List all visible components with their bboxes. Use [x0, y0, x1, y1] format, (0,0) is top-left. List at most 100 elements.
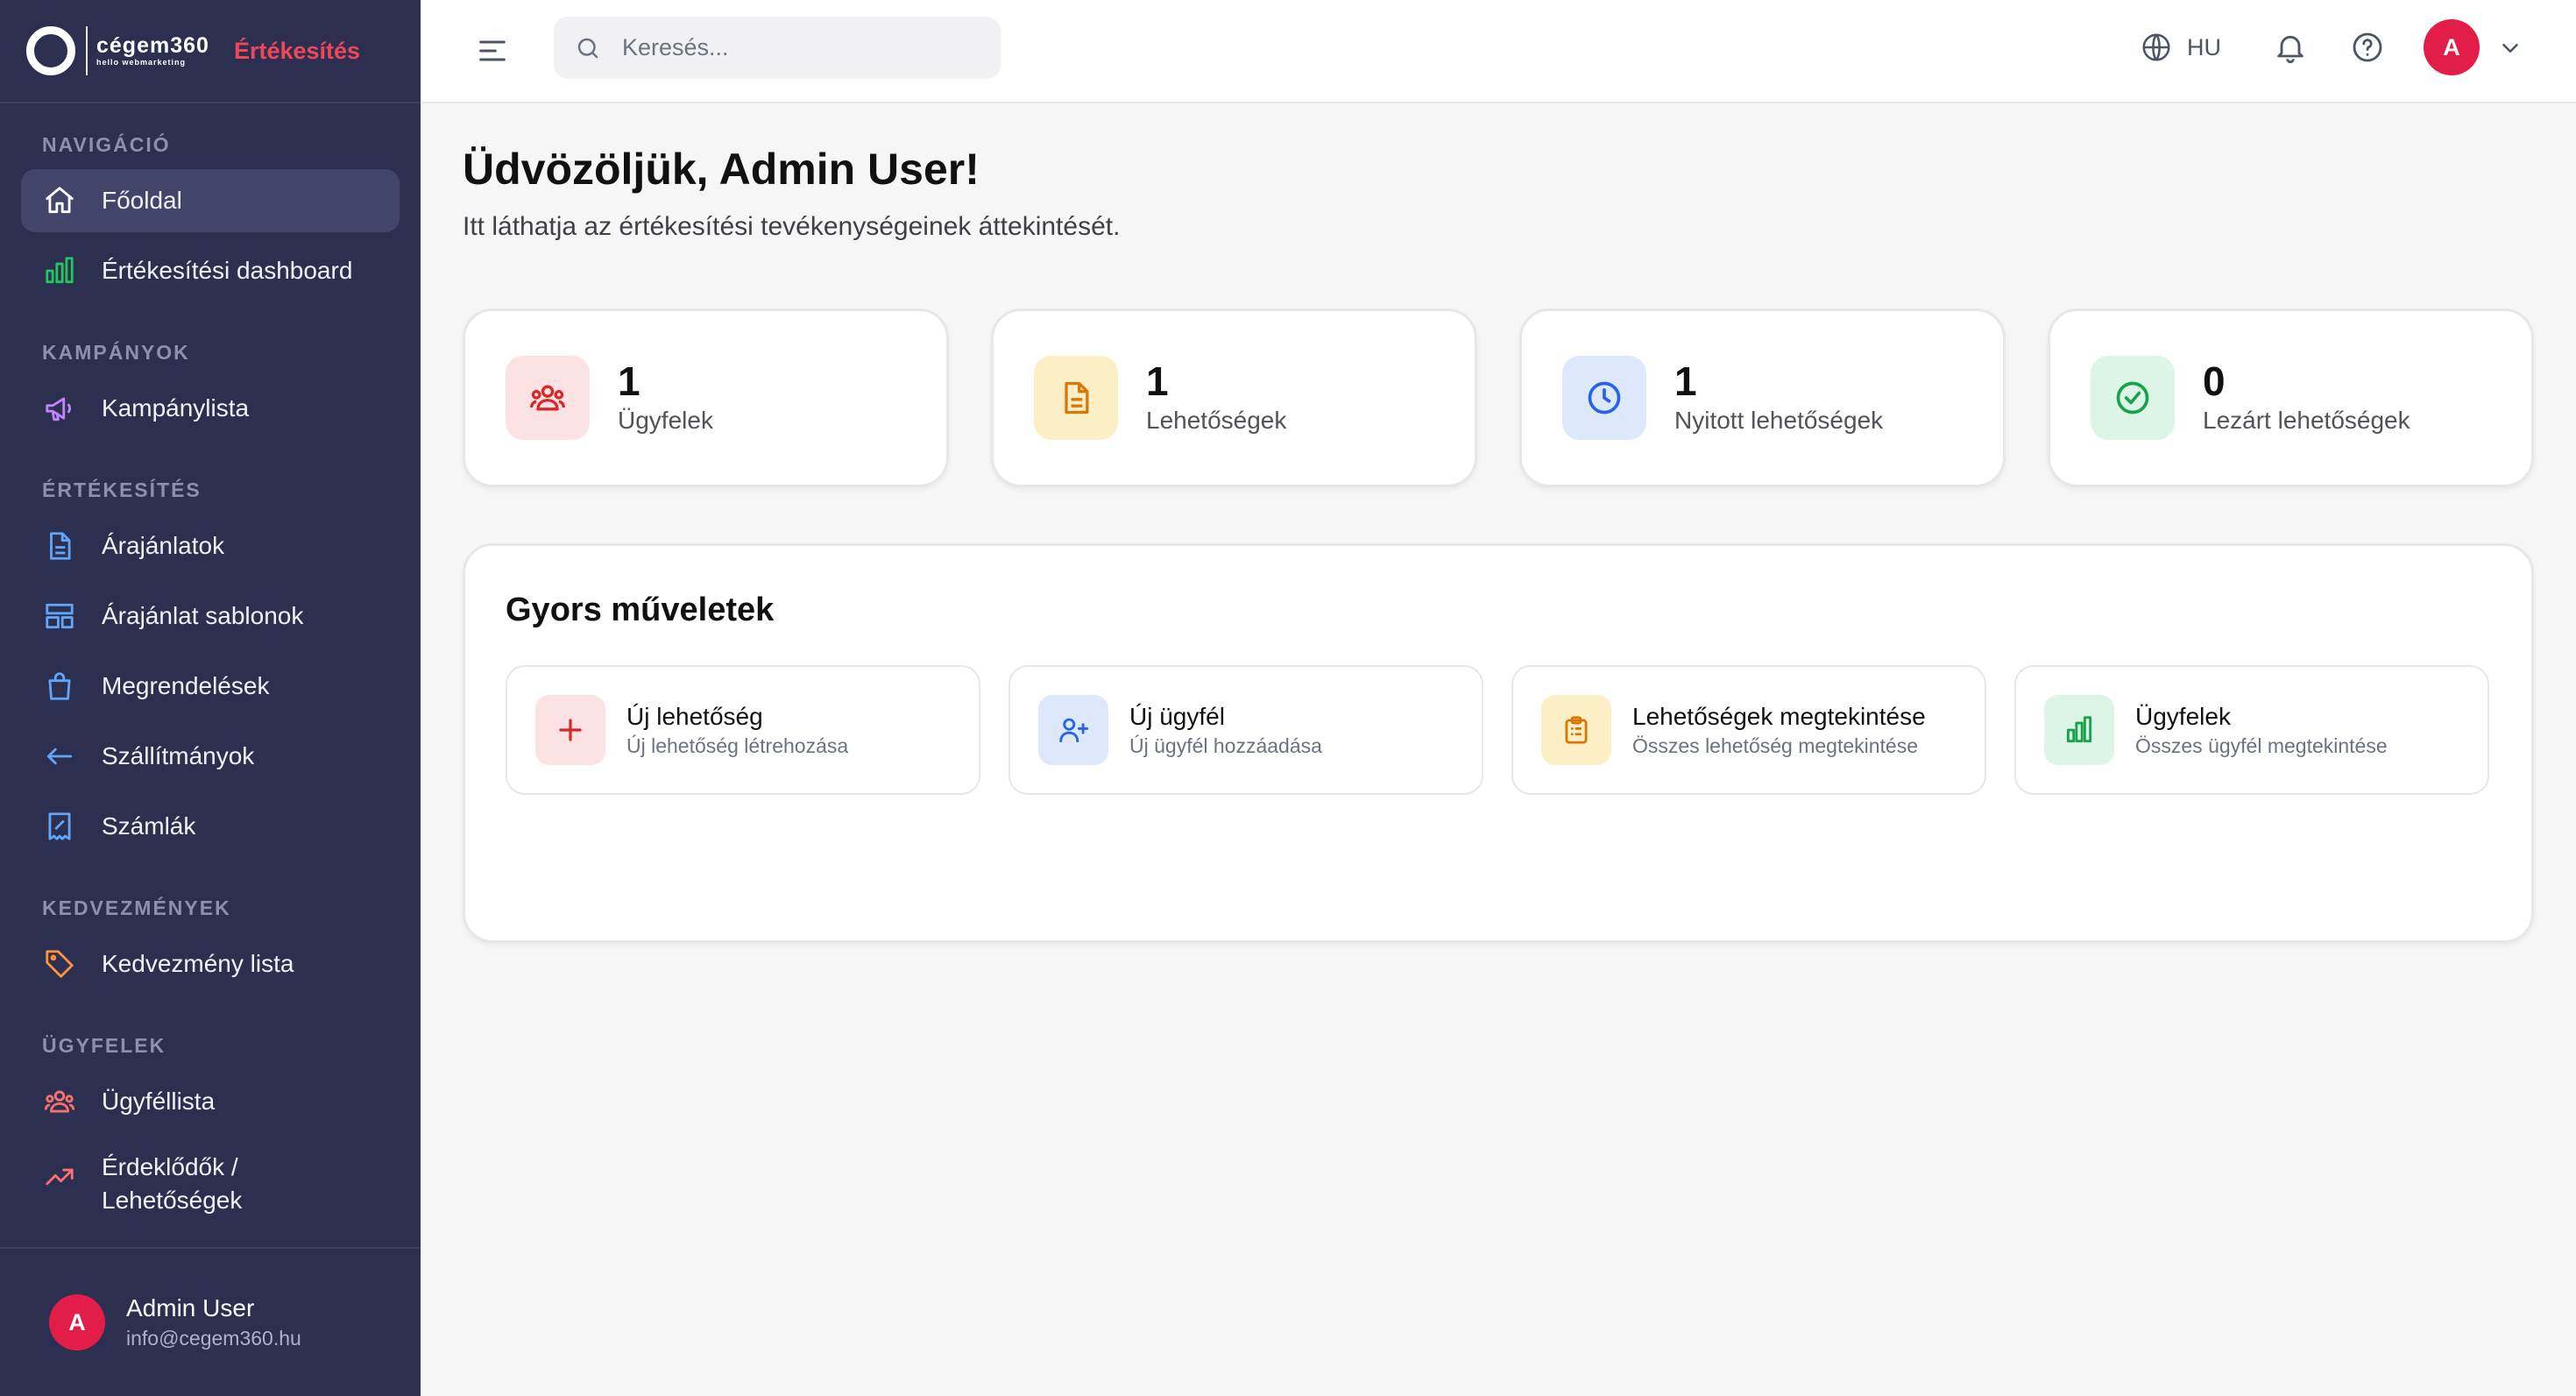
help-icon[interactable] — [2350, 30, 2385, 65]
user-meta: Admin User info@cegem360.hu — [126, 1293, 301, 1352]
section-title-sales: ÉRTÉKESÍTÉS — [42, 478, 202, 501]
sidebar-item-orders[interactable]: Megrendelések — [21, 655, 400, 718]
action-text: Új ügyfél Új ügyfél hozzáadása — [1129, 701, 1322, 759]
view-opportunities-button[interactable]: Lehetőségek megtekintése Összes lehetősé… — [1511, 665, 1986, 795]
action-subtitle: Új lehetőség létrehozása — [626, 734, 849, 757]
clipboard-icon — [1541, 695, 1611, 765]
sidebar-user-card[interactable]: A Admin User info@cegem360.hu — [0, 1247, 421, 1396]
action-subtitle: Összes ügyfél megtekintése — [2135, 734, 2388, 757]
megaphone-icon — [42, 391, 77, 426]
new-opportunity-button[interactable]: Új lehetőség Új lehetőség létrehozása — [506, 665, 980, 795]
stat-value: 0 — [2203, 358, 2226, 404]
check-circle-icon — [2091, 356, 2175, 440]
sidebar-header: cégem360 hello webmarketing Értékesítés — [0, 0, 421, 103]
stat-text: 1 Nyitott lehetőségek — [1674, 358, 1883, 437]
sidebar-item-label: Ügyféllista — [102, 1088, 216, 1115]
globe-icon — [2142, 33, 2170, 61]
page-title: Üdvözöljük, Admin User! — [463, 145, 980, 194]
avatar: A — [49, 1294, 105, 1350]
action-title: Új lehetőség — [626, 703, 763, 730]
stat-label: Ügyfelek — [618, 407, 713, 434]
stat-card-opportunities: 1 Lehetőségek — [991, 308, 1477, 487]
stats-row: 1 Ügyfelek 1 Lehetőségek 1 Nyitott lehet… — [463, 308, 2534, 487]
section-title-navigation: NAVIGÁCIÓ — [42, 133, 171, 156]
sidebar-item-label: Számlák — [102, 812, 196, 840]
sidebar-item-customer-list[interactable]: Ügyféllista — [21, 1070, 400, 1133]
stat-value: 1 — [1674, 358, 1697, 404]
page-subtitle: Itt láthatja az értékesítési tevékenység… — [463, 212, 1121, 241]
template-icon — [42, 599, 77, 634]
action-text: Lehetőségek megtekintése Összes lehetősé… — [1632, 701, 1926, 759]
stat-text: 1 Ügyfelek — [618, 358, 713, 437]
document-icon — [1034, 356, 1118, 440]
menu-toggle-icon[interactable] — [475, 33, 510, 68]
language-switcher[interactable]: HU — [2140, 28, 2221, 67]
tag-icon — [42, 946, 77, 981]
plus-icon — [535, 695, 605, 765]
sidebar-item-label: Árajánlat sablonok — [102, 602, 304, 629]
quick-actions-title: Gyors műveletek — [506, 592, 775, 628]
sidebar-item-campaign-list[interactable]: Kampánylista — [21, 377, 400, 440]
sidebar-item-label: Árajánlatok — [102, 532, 225, 559]
sidebar-item-label: Szállítmányok — [102, 742, 255, 769]
bell-icon[interactable] — [2273, 30, 2308, 65]
user-plus-icon — [1038, 695, 1108, 765]
sidebar-item-leads[interactable]: Érdeklődők / Lehetőségek — [21, 1140, 400, 1219]
brand-logo-icon[interactable] — [26, 26, 75, 75]
user-name: Admin User — [126, 1294, 255, 1322]
search-box[interactable] — [554, 17, 1001, 79]
search-input[interactable] — [622, 34, 973, 61]
stat-label: Nyitott lehetőségek — [1674, 407, 1884, 434]
action-title: Lehetőségek megtekintése — [1632, 703, 1926, 730]
logo-divider — [86, 26, 88, 75]
stat-value: 1 — [618, 358, 640, 404]
users-icon — [506, 356, 590, 440]
stat-label: Lezárt lehetőségek — [2203, 407, 2410, 434]
user-avatar-button[interactable]: A — [2424, 19, 2480, 75]
sidebar-item-label: Megrendelések — [102, 672, 270, 699]
view-customers-button[interactable]: Ügyfelek Összes ügyfél megtekintése — [2014, 665, 2489, 795]
new-customer-button[interactable]: Új ügyfél Új ügyfél hozzáadása — [1008, 665, 1483, 795]
quick-actions-panel: Gyors műveletek Új lehetőség Új lehetősé… — [463, 543, 2534, 943]
brand-block: cégem360 hello webmarketing — [96, 34, 209, 67]
sidebar-item-invoices[interactable]: Számlák — [21, 795, 400, 858]
topbar: HU A — [421, 0, 2576, 103]
section-title-campaigns: KAMPÁNYOK — [42, 341, 190, 364]
sidebar-item-discount-list[interactable]: Kedvezmény lista — [21, 932, 400, 996]
sidebar-item-quote-templates[interactable]: Árajánlat sablonok — [21, 585, 400, 648]
app-title: Értékesítés — [233, 37, 361, 64]
stat-value: 1 — [1146, 358, 1169, 404]
brand-name: cégem360 — [96, 33, 209, 58]
sidebar-item-shipments[interactable]: Szállítmányok — [21, 725, 400, 788]
sidebar-item-sales-dashboard[interactable]: Értékesítési dashboard — [21, 239, 400, 302]
bar-chart-icon — [2044, 695, 2114, 765]
action-subtitle: Új ügyfél hozzáadása — [1129, 734, 1322, 757]
stat-text: 1 Lehetőségek — [1146, 358, 1286, 437]
trending-up-icon — [42, 1159, 77, 1194]
user-email: info@cegem360.hu — [126, 1327, 301, 1350]
document-icon — [42, 528, 77, 563]
shopping-bag-icon — [42, 669, 77, 704]
receipt-icon — [42, 809, 77, 844]
home-icon — [42, 183, 77, 218]
brand-tagline: hello webmarketing — [96, 58, 187, 67]
stat-card-customers: 1 Ügyfelek — [463, 308, 949, 487]
clock-icon — [1562, 356, 1646, 440]
section-title-discounts: KEDVEZMÉNYEK — [42, 896, 231, 919]
quick-actions-list: Új lehetőség Új lehetőség létrehozása Új… — [506, 665, 2489, 795]
action-title: Új ügyfél — [1129, 703, 1225, 730]
sidebar-item-quotes[interactable]: Árajánlatok — [21, 514, 400, 578]
sidebar-item-label: Főoldal — [102, 187, 182, 214]
action-text: Ügyfelek Összes ügyfél megtekintése — [2135, 701, 2388, 759]
arrow-left-icon — [42, 739, 77, 774]
search-icon — [577, 38, 598, 58]
sidebar-item-home[interactable]: Főoldal — [21, 169, 400, 232]
chevron-down-icon[interactable] — [2497, 35, 2523, 61]
stat-card-closed-opportunities: 0 Lezárt lehetőségek — [2048, 308, 2534, 487]
action-text: Új lehetőség Új lehetőség létrehozása — [626, 701, 848, 759]
section-title-customers: ÜGYFELEK — [42, 1034, 166, 1057]
bar-chart-icon — [42, 253, 77, 288]
sidebar-item-label: Érdeklődők / Lehetőségek — [102, 1153, 243, 1214]
action-title: Ügyfelek — [2135, 703, 2231, 730]
users-icon — [42, 1084, 77, 1119]
